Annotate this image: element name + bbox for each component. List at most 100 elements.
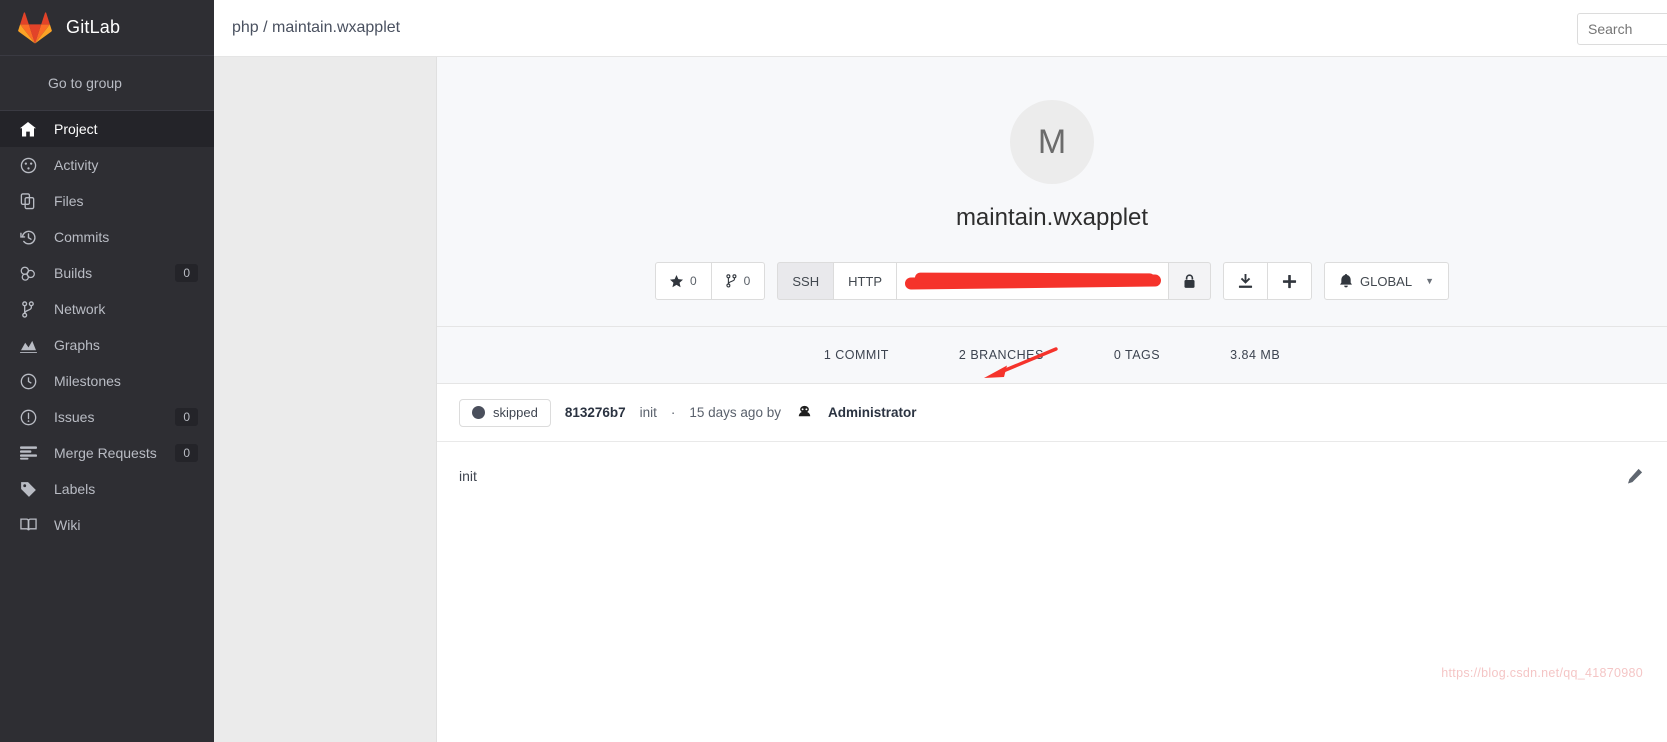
main-area: php / maintain.wxapplet M maintain.wxapp… <box>214 0 1667 742</box>
fork-button[interactable]: 0 <box>710 262 766 300</box>
sidebar-item-wiki[interactable]: Wiki <box>0 507 214 543</box>
search-input[interactable] <box>1577 12 1667 45</box>
add-button[interactable] <box>1267 262 1313 300</box>
sidebar-item-label: Activity <box>54 157 99 173</box>
http-protocol-button[interactable]: HTTP <box>833 262 898 300</box>
content-area: M maintain.wxapplet 0 0 SSH HTTP GLOBAL … <box>214 57 1667 742</box>
ssh-protocol-button[interactable]: SSH <box>777 262 835 300</box>
history-icon <box>18 228 38 246</box>
tag-icon <box>18 480 38 498</box>
go-to-group-link[interactable]: Go to group <box>0 56 214 111</box>
repo-size-stat: 3.84 MB <box>1230 348 1281 362</box>
project-title: maintain.wxapplet <box>955 204 1149 231</box>
pipeline-status-label: skipped <box>493 405 538 420</box>
download-add-group <box>1223 262 1313 300</box>
tags-stat[interactable]: 0 TAGS <box>1079 348 1195 362</box>
sidebar-item-label: Network <box>54 301 106 317</box>
pipeline-status-badge[interactable]: skipped <box>459 398 551 427</box>
go-to-group-label: Go to group <box>48 75 122 91</box>
clone-url-input[interactable] <box>897 262 1170 300</box>
fork-count: 0 <box>743 274 751 288</box>
status-dot-icon <box>472 406 485 419</box>
sidebar-item-label: Issues <box>54 409 95 425</box>
sidebar-item-network[interactable]: Network <box>0 291 214 327</box>
pencil-icon[interactable] <box>1627 468 1643 489</box>
download-button[interactable] <box>1223 262 1269 300</box>
project-avatar: M <box>1010 100 1094 184</box>
sidebar-item-label: Wiki <box>54 517 81 533</box>
breadcrumb[interactable]: php / maintain.wxapplet <box>232 19 400 37</box>
lock-icon <box>1183 273 1196 289</box>
sidebar-item-milestones[interactable]: Milestones <box>0 363 214 399</box>
sidebar-item-merge-requests[interactable]: Merge Requests 0 <box>0 435 214 471</box>
star-button[interactable]: 0 <box>654 262 712 300</box>
project-panel: M maintain.wxapplet 0 0 SSH HTTP GLOBAL … <box>436 57 1667 742</box>
sidebar-item-labels[interactable]: Labels <box>0 471 214 507</box>
watermark-text: https://blog.csdn.net/qq_41870980 <box>1441 666 1643 680</box>
fork-icon <box>726 274 737 288</box>
sidebar-item-commits[interactable]: Commits <box>0 219 214 255</box>
top-bar: php / maintain.wxapplet <box>214 0 1667 57</box>
project-header: M maintain.wxapplet 0 0 SSH HTTP GLOBAL … <box>437 57 1667 327</box>
sidebar-item-issues[interactable]: Issues 0 <box>0 399 214 435</box>
download-icon <box>1238 273 1253 289</box>
top-bar-right <box>1577 0 1667 57</box>
sidebar-item-label: Builds <box>54 265 93 281</box>
brand-name: GitLab <box>66 17 121 37</box>
home-icon <box>18 120 38 138</box>
http-label: HTTP <box>848 273 883 289</box>
sidebar-badge-issues: 0 <box>175 408 198 426</box>
project-actions: 0 0 SSH HTTP GLOBAL ▼ <box>437 262 1667 300</box>
redaction-mark <box>904 274 1162 290</box>
social-counts-group: 0 0 <box>654 262 766 300</box>
sidebar-item-activity[interactable]: Activity <box>0 147 214 183</box>
branch-icon <box>18 300 38 318</box>
sidebar-item-label: Graphs <box>54 337 100 353</box>
bell-icon <box>1339 273 1353 289</box>
plus-icon <box>1282 274 1297 289</box>
commit-separator: · <box>670 405 676 420</box>
sidebar-item-graphs[interactable]: Graphs <box>0 327 214 363</box>
commit-time: 15 days ago by <box>689 405 781 420</box>
avatar <box>794 403 814 422</box>
commit-author[interactable]: Administrator <box>828 405 917 420</box>
branches-stat[interactable]: 2 BRANCHES <box>924 348 1079 362</box>
notification-group: GLOBAL ▼ <box>1324 262 1449 300</box>
sidebar-item-label: Labels <box>54 481 96 497</box>
merge-request-icon <box>18 444 38 462</box>
ssh-label: SSH <box>792 273 820 289</box>
chevron-down-icon: ▼ <box>1425 276 1434 286</box>
repo-stats-bar: 1 COMMIT 2 BRANCHES 0 TAGS 3.84 MB <box>437 327 1667 384</box>
sidebar-item-builds[interactable]: Builds 0 <box>0 255 214 291</box>
files-icon <box>18 192 38 210</box>
star-icon <box>669 274 683 288</box>
sidebar-item-files[interactable]: Files <box>0 183 214 219</box>
book-icon <box>18 516 38 534</box>
gitlab-project-page: GitLab Go to group Project Activity File… <box>0 0 1667 742</box>
clone-protocol-group: SSH HTTP <box>777 262 1212 300</box>
gitlab-fox-logo-icon <box>18 11 52 44</box>
left-gutter <box>214 57 436 742</box>
clock-icon <box>18 372 38 390</box>
sidebar-item-label: Project <box>54 121 98 137</box>
sidebar-item-label: Commits <box>54 229 110 245</box>
sidebar-item-label: Milestones <box>54 373 121 389</box>
notification-dropdown-button[interactable]: GLOBAL ▼ <box>1324 262 1449 300</box>
last-commit-row: skipped 813276b7 init · 15 days ago by A… <box>437 384 1667 442</box>
brand-header[interactable]: GitLab <box>0 0 214 56</box>
sidebar: GitLab Go to group Project Activity File… <box>0 0 214 742</box>
sidebar-nav: Project Activity Files Commits Builds 0 … <box>0 111 214 543</box>
sidebar-item-project[interactable]: Project <box>0 111 214 147</box>
sidebar-badge-builds: 0 <box>175 264 198 282</box>
commit-message[interactable]: init <box>640 405 657 420</box>
sidebar-item-label: Merge Requests <box>54 445 157 461</box>
visibility-lock-button[interactable] <box>1169 262 1212 300</box>
star-count: 0 <box>689 274 697 288</box>
commit-sha[interactable]: 813276b7 <box>565 405 626 420</box>
builds-icon <box>18 264 38 282</box>
exclamation-icon <box>18 408 38 426</box>
sidebar-badge-merge-requests: 0 <box>175 444 198 462</box>
notification-label: GLOBAL <box>1360 273 1413 289</box>
chart-icon <box>18 336 38 354</box>
commits-stat[interactable]: 1 COMMIT <box>789 348 924 362</box>
